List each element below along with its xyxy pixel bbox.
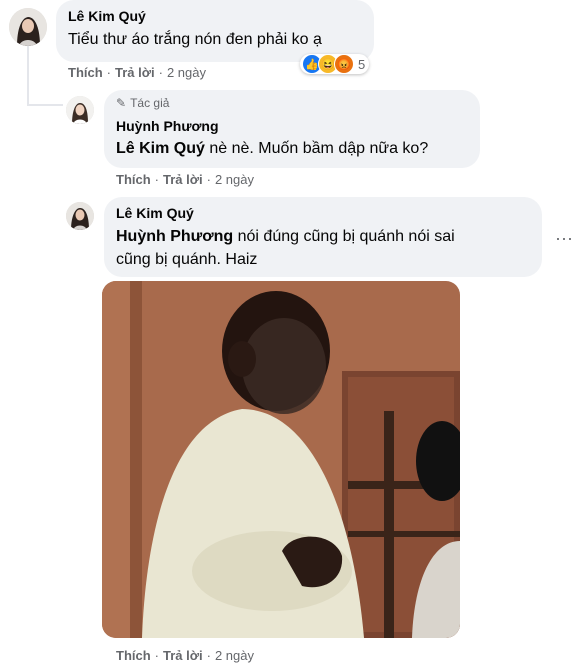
more-options-button[interactable]: ··· xyxy=(552,226,576,250)
comment-text-line: cũng bị quánh. Haiz xyxy=(116,251,258,268)
avatar-photo xyxy=(66,96,94,124)
timestamp[interactable]: 2 ngày xyxy=(167,65,206,80)
like-button[interactable]: Thích xyxy=(116,648,151,663)
timestamp[interactable]: 2 ngày xyxy=(215,172,254,187)
timestamp[interactable]: 2 ngày xyxy=(215,648,254,663)
author-badge-label: Tác giả xyxy=(130,96,170,110)
comment-text: Lê Kim Quý nè nè. Muốn bầm dập nữa ko? xyxy=(116,140,429,157)
pencil-icon: ✎ xyxy=(116,96,127,110)
like-button[interactable]: Thích xyxy=(116,172,151,187)
reply-button[interactable]: Trả lời xyxy=(163,172,203,187)
thread-line xyxy=(27,104,63,106)
comment-author[interactable]: Huỳnh Phương xyxy=(116,118,219,134)
like-button[interactable]: Thích xyxy=(68,65,103,80)
angry-reaction-icon: 😡 xyxy=(334,54,354,74)
comment-actions: Thích · Trả lời · 2 ngày xyxy=(116,172,254,187)
mention-link[interactable]: Lê Kim Quý xyxy=(116,140,205,157)
avatar-photo xyxy=(66,202,94,230)
thread-line xyxy=(27,46,29,106)
author-badge: ✎ Tác giả xyxy=(116,96,169,110)
gif-attachment[interactable] xyxy=(102,281,460,638)
comment-author[interactable]: Lê Kim Quý xyxy=(68,8,146,24)
reaction-count: 5 xyxy=(358,56,366,72)
comment-actions: Thích · Trả lời · 2 ngày xyxy=(68,65,206,80)
avatar[interactable] xyxy=(9,8,47,46)
reaction-summary[interactable]: 👍 😆 😡 5 xyxy=(300,54,370,74)
comment-actions: Thích · Trả lời · 2 ngày xyxy=(116,648,254,663)
reply-button[interactable]: Trả lời xyxy=(115,65,155,80)
avatar[interactable] xyxy=(66,96,94,124)
gif-image xyxy=(102,281,460,638)
comment-text-line: Huỳnh Phương nói đúng cũng bị quánh nói … xyxy=(116,228,455,245)
comment-text: Tiểu thư áo trắng nón đen phải ko ạ xyxy=(68,31,322,48)
mention-link[interactable]: Huỳnh Phương xyxy=(116,228,233,245)
avatar-photo xyxy=(9,8,47,46)
avatar[interactable] xyxy=(66,202,94,230)
reply-button[interactable]: Trả lời xyxy=(163,648,203,663)
comment-author[interactable]: Lê Kim Quý xyxy=(116,205,194,221)
